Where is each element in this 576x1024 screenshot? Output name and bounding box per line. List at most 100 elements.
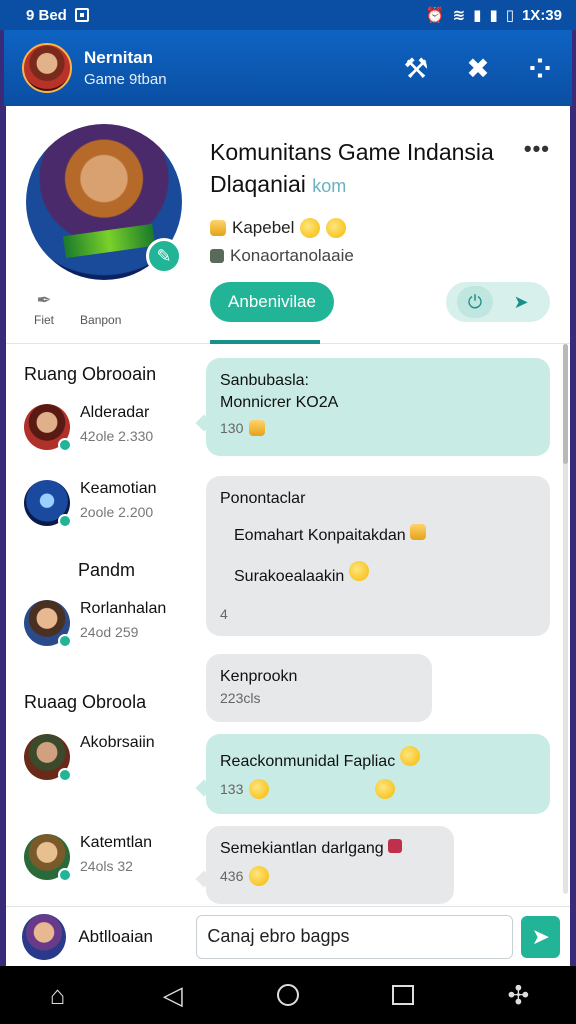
- home-icon[interactable]: ⌂: [38, 980, 78, 1011]
- message-text: Semekiantlan darlgang: [220, 840, 384, 857]
- wifi-icon: ≋: [452, 7, 466, 24]
- reaction-emoji-icon: [249, 779, 270, 799]
- message-text-row: Reackonmunidal Fapliac: [220, 746, 536, 773]
- side-banpon[interactable]: Banpon: [80, 290, 121, 327]
- status-left-text: 9 Bed: [26, 6, 67, 24]
- group-title: Komunitans Game Indansia Dlaqaniai kom: [210, 136, 510, 202]
- signal2-icon: ▮: [489, 7, 498, 24]
- smile-emoji-icon: [300, 218, 321, 238]
- alarm-icon: ⏰: [425, 7, 445, 24]
- message-bubble[interactable]: Sanbubasla: Monnicrer KO2A 130: [195, 358, 550, 456]
- section-heading-3: Ruaag Obroola: [24, 692, 147, 712]
- clock-time: 1X:39: [521, 6, 562, 24]
- meta1-text: Kapebel: [232, 218, 295, 237]
- close-icon[interactable]: ✖: [462, 52, 494, 84]
- message-meta: 223cls: [220, 690, 418, 706]
- verified-icon: ✎: [146, 238, 182, 274]
- channel-name: Alderadar: [80, 404, 150, 421]
- bubble-tail: [195, 414, 213, 432]
- recents-icon[interactable]: [383, 985, 423, 1005]
- message-meta: 4: [220, 606, 536, 622]
- back-icon[interactable]: ◁: [153, 980, 193, 1011]
- gift-emoji-icon: [388, 839, 403, 853]
- message-text: Reackonmunidal Fapliac: [220, 753, 396, 770]
- channel-count: 42ole 2.330: [80, 428, 154, 444]
- feather-icon: ✒: [36, 290, 52, 310]
- channel-avatar: [24, 480, 72, 528]
- box-emoji-icon: [210, 220, 226, 236]
- verified-icon: [58, 868, 72, 882]
- angry-emoji-icon: [399, 746, 420, 766]
- message-count: 4: [220, 606, 228, 622]
- main-card: ✎ ✒ Fiet Banpon Komunitans Game Indansia…: [6, 106, 570, 906]
- message-list: Sanbubasla: Monnicrer KO2A 130 Ponontacl…: [195, 344, 562, 906]
- message-text: Eomahart Konpaitakdan: [234, 527, 406, 544]
- app-avatar[interactable]: [22, 43, 72, 93]
- message-bubble[interactable]: Ponontaclar Eomahart Konpaitakdan Surako…: [206, 476, 550, 636]
- channel-avatar: [24, 734, 72, 782]
- more-menu-icon[interactable]: •••: [524, 136, 550, 162]
- message-text-row: Eomahart Konpaitakdan: [234, 524, 536, 547]
- side-fiet[interactable]: ✒ Fiet: [34, 290, 54, 327]
- message-bubble[interactable]: Semekiantlan darlgang 436: [195, 826, 454, 904]
- battery-icon: ▯: [505, 7, 514, 24]
- message-text: Surakoealaakin: [234, 568, 345, 585]
- channel-item[interactable]: Katemtlan 24ols 32: [24, 830, 194, 882]
- channel-item[interactable]: Keamotian 2oole 2.200: [24, 476, 194, 528]
- blank-icon: [98, 290, 103, 311]
- group-title-text: Komunitans Game Indansia: [210, 139, 494, 165]
- meta2-text: Konaortanolaaie: [230, 246, 354, 265]
- message-count: 130: [220, 420, 244, 436]
- group-meta-2: Konaortanolaaie: [210, 246, 354, 266]
- message-meta: 130: [220, 420, 536, 436]
- verified-icon: [58, 514, 72, 528]
- bubble-tail: [195, 870, 213, 888]
- app-bar: Nernitan Game 9tban ⚒ ✖ ⁘: [4, 30, 572, 106]
- status-bar: 9 Bed ⏰ ≋ ▮ ▮ ▯ 1X:39: [0, 0, 576, 30]
- message-bubble[interactable]: Reackonmunidal Fapliac 133: [195, 734, 550, 814]
- join-button[interactable]: Anbenivilae: [210, 282, 334, 322]
- scrollbar[interactable]: [563, 344, 568, 894]
- send-icon[interactable]: ➤: [503, 286, 539, 318]
- channel-name: Keamotian: [80, 480, 157, 497]
- channel-avatar: [24, 600, 72, 648]
- tools-icon[interactable]: ⚒: [400, 52, 432, 84]
- sticker-emoji-icon: [410, 524, 427, 540]
- message-input[interactable]: [196, 914, 514, 959]
- send-button[interactable]: ➤: [521, 915, 560, 958]
- message-count: 223cls: [220, 690, 261, 706]
- power-icon[interactable]: ⏻: [457, 286, 493, 318]
- message-text-row: Surakoealaakin: [234, 561, 536, 588]
- accessibility-icon[interactable]: ✣: [498, 980, 538, 1011]
- group-header: ✎ ✒ Fiet Banpon Komunitans Game Indansia…: [6, 106, 570, 344]
- stack-emoji-icon: [249, 420, 266, 436]
- signal-icon: ▮: [473, 7, 482, 24]
- message-bubble[interactable]: Kenprookn 223cls: [206, 654, 432, 722]
- verified-icon: [58, 438, 72, 452]
- channel-name: Rorlanhalan: [80, 600, 167, 617]
- message-text-row: Semekiantlan darlgang: [220, 838, 440, 860]
- app-subtitle: Game 9tban: [84, 71, 167, 88]
- group-handle: Dlaqaniai: [210, 171, 306, 197]
- channel-avatar: [24, 834, 72, 882]
- smile-emoji-icon: [249, 866, 270, 886]
- action-pill: ⏻ ➤: [446, 282, 550, 322]
- app-titles: Nernitan Game 9tban: [84, 48, 400, 88]
- composer: Abtlloaian ➤: [6, 906, 570, 966]
- channel-count: 24ols 32: [80, 858, 133, 874]
- message-text: Sanbubasla:: [220, 372, 309, 389]
- channel-count: 2oole 2.200: [80, 504, 154, 520]
- notifications-icon[interactable]: ⁘: [524, 52, 556, 84]
- grin-emoji-icon: [326, 218, 347, 238]
- smile-emoji-icon: [375, 779, 396, 799]
- section-heading-2: Pandm: [78, 560, 136, 580]
- side-banpon-label: Banpon: [80, 313, 122, 327]
- channel-name: Katemtlan: [80, 834, 153, 851]
- home-circle-icon[interactable]: [268, 984, 308, 1006]
- user-avatar[interactable]: [22, 913, 67, 960]
- channel-avatar: [24, 404, 72, 452]
- channel-item[interactable]: Akobrsaiin: [24, 730, 194, 782]
- channel-item[interactable]: Rorlanhalan 24od 259: [24, 596, 194, 648]
- channel-item[interactable]: Alderadar 42ole 2.330: [24, 400, 194, 452]
- channel-name: Akobrsaiin: [80, 734, 155, 751]
